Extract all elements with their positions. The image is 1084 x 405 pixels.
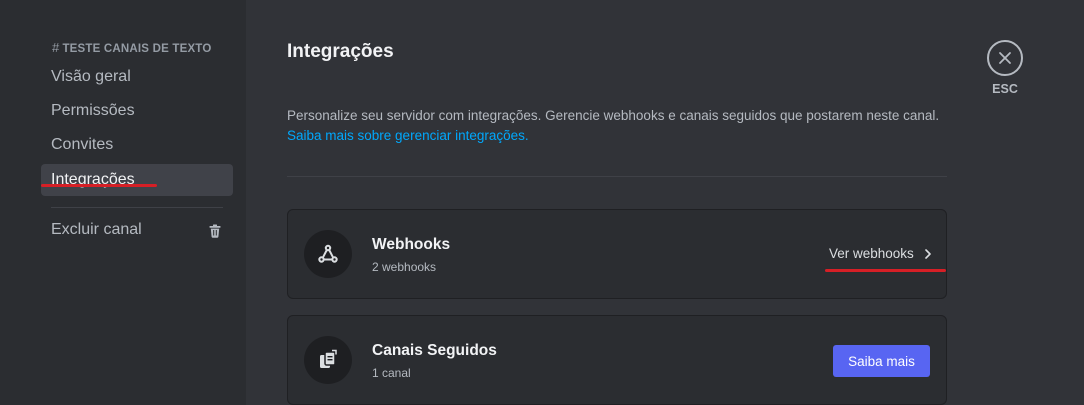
esc-label: ESC: [992, 82, 1018, 96]
sidebar-item-label: Visão geral: [51, 68, 131, 85]
sidebar-item-label: Excluir canal: [51, 221, 142, 238]
section-divider: [287, 176, 947, 177]
webhook-icon: [304, 230, 352, 278]
chevron-right-icon: [925, 248, 931, 259]
learn-more-link[interactable]: Saiba mais sobre gerenciar integrações.: [287, 126, 947, 146]
card-subtitle: 2 webhooks: [372, 260, 437, 274]
trash-icon: [209, 224, 221, 238]
page-title: Integrações: [287, 41, 394, 62]
sidebar-item-label: Convites: [51, 136, 114, 153]
annotation-underline: [41, 184, 157, 187]
learn-more-button[interactable]: Saiba mais: [833, 345, 930, 377]
sidebar-item-label: Permissões: [51, 102, 135, 119]
card-subtitle: 1 canal: [372, 366, 411, 380]
sidebar-divider: [51, 207, 223, 208]
card-title: Canais Seguidos: [372, 342, 497, 359]
sidebar-item-integracoes[interactable]: Integrações: [41, 164, 233, 196]
integrations-description: Personalize seu servidor com integrações…: [287, 106, 947, 146]
close-icon: [999, 52, 1011, 64]
followed-channels-icon: [304, 336, 352, 384]
sidebar-item-convites[interactable]: Convites: [41, 129, 233, 161]
card-title: Webhooks: [372, 236, 451, 253]
close-button[interactable]: [987, 40, 1023, 76]
annotation-underline: [825, 269, 946, 272]
sidebar-item-permissoes[interactable]: Permissões: [41, 95, 233, 127]
webhooks-card: Webhooks 2 webhooks Ver webhooks: [287, 209, 947, 299]
delete-channel-button[interactable]: Excluir canal: [41, 214, 233, 246]
settings-sidebar: # TESTE CANAIS DE TEXTO Visão geral Permi…: [0, 0, 246, 405]
followed-channels-card: Canais Seguidos 1 canal Saiba mais: [287, 315, 947, 405]
sidebar-item-visao-geral[interactable]: Visão geral: [41, 61, 233, 93]
channel-name-header: # TESTE CANAIS DE TEXTO: [52, 40, 212, 55]
view-webhooks-button[interactable]: Ver webhooks: [829, 246, 932, 261]
hash-icon: #: [52, 40, 60, 55]
